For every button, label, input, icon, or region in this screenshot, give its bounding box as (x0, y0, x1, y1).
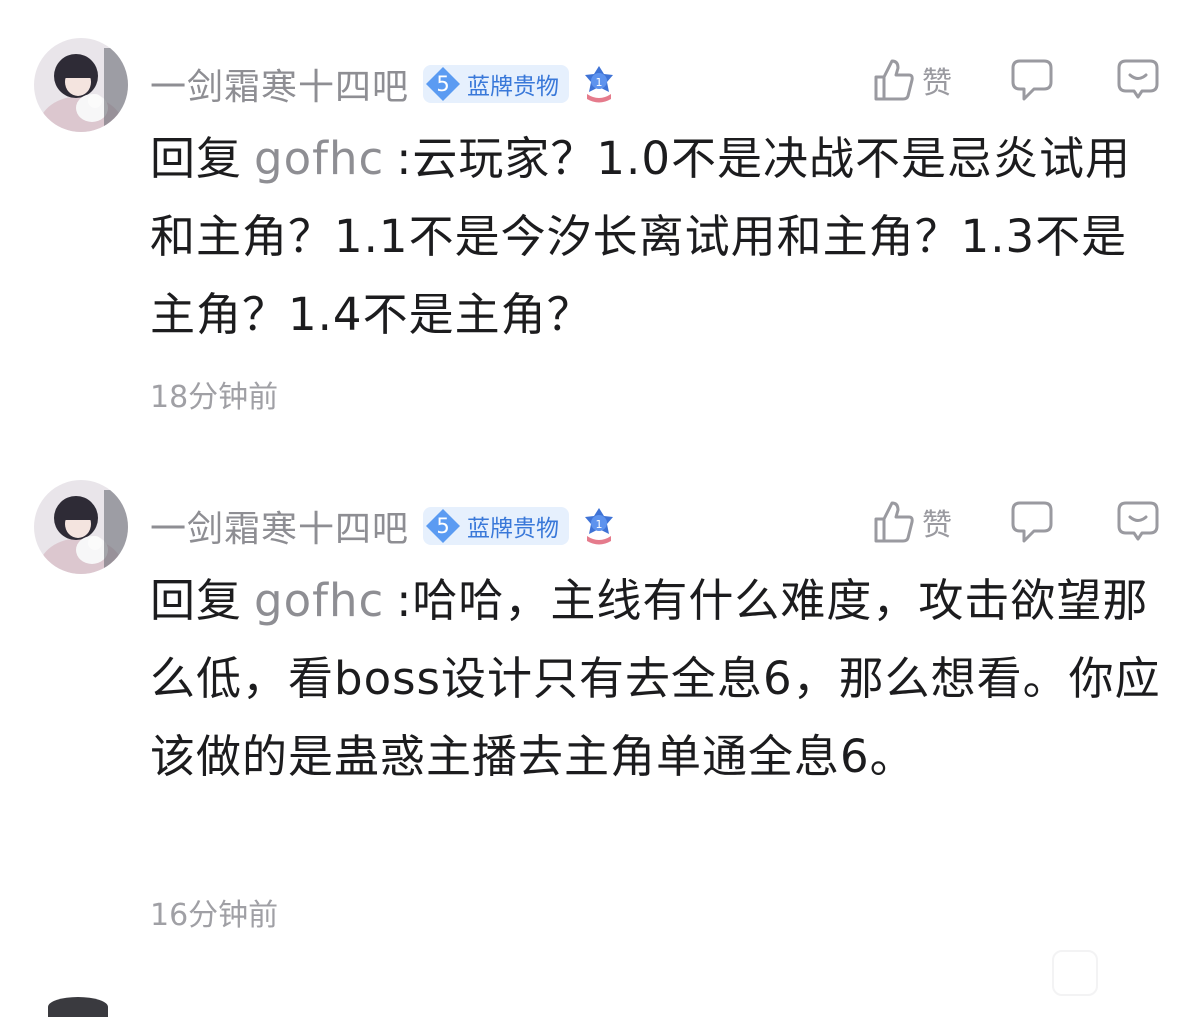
comment-timestamp: 18分钟前 (150, 380, 279, 415)
username[interactable]: 一剑霜寒十四吧 (150, 58, 409, 110)
thumbs-up-icon (874, 59, 914, 101)
avatar[interactable] (34, 38, 128, 132)
like-label: 赞 (922, 66, 952, 101)
level-badge[interactable]: 5 蓝牌贵物 (423, 507, 570, 545)
level-number: 5 (436, 514, 450, 538)
level-number: 5 (436, 72, 450, 96)
comment-text[interactable]: 回复 gofhc:云玩家？1.0不是决战不是忌炎试用和主角？1.1不是今汐长离试用… (150, 120, 1170, 354)
reply-bubble-icon (1011, 59, 1053, 101)
watermark-icon (1052, 950, 1098, 996)
reply-prefix: 回复 (150, 574, 243, 627)
reply-target-username[interactable]: gofhc (254, 574, 384, 627)
username[interactable]: 一剑霜寒十四吧 (150, 500, 409, 552)
comment-actions: 赞 (872, 50, 1160, 110)
reply-button[interactable] (1010, 499, 1054, 545)
badge-title: 蓝牌贵物 (467, 516, 560, 542)
level-badge[interactable]: 5 蓝牌贵物 (423, 65, 570, 103)
reply-target-username[interactable]: gofhc (254, 132, 384, 185)
level-diamond-icon: 5 (423, 507, 463, 545)
like-button[interactable]: 赞 (872, 57, 952, 103)
badge-title: 蓝牌贵物 (467, 74, 560, 100)
like-label: 赞 (922, 508, 952, 543)
comment-header: 一剑霜寒十四吧 5 蓝牌贵物 1 (150, 498, 619, 554)
medal-rank: 1 (596, 76, 603, 89)
reply-prefix: 回复 (150, 132, 243, 185)
level-diamond-icon: 5 (423, 65, 463, 103)
star-medal-icon[interactable]: 1 (579, 64, 619, 104)
medal-rank: 1 (596, 518, 603, 531)
star-medal-icon[interactable]: 1 (579, 506, 619, 546)
next-comment-avatar[interactable] (48, 997, 108, 1017)
comment-more-button[interactable] (1116, 499, 1160, 545)
comment-text[interactable]: 回复 gofhc:哈哈，主线有什么难度，攻击欲望那么低，看boss设计只有去全息6… (150, 562, 1170, 796)
comment-more-icon (1117, 501, 1159, 541)
comment-timestamp: 16分钟前 (150, 898, 279, 933)
reply-button[interactable] (1010, 57, 1054, 103)
comment-header: 一剑霜寒十四吧 5 蓝牌贵物 1 (150, 56, 619, 112)
like-button[interactable]: 赞 (872, 499, 952, 545)
comment-more-icon (1117, 59, 1159, 99)
reply-bubble-icon (1011, 501, 1053, 543)
comment-actions: 赞 (872, 492, 1160, 552)
comment-more-button[interactable] (1116, 57, 1160, 103)
thumbs-up-icon (874, 501, 914, 543)
avatar[interactable] (34, 480, 128, 574)
